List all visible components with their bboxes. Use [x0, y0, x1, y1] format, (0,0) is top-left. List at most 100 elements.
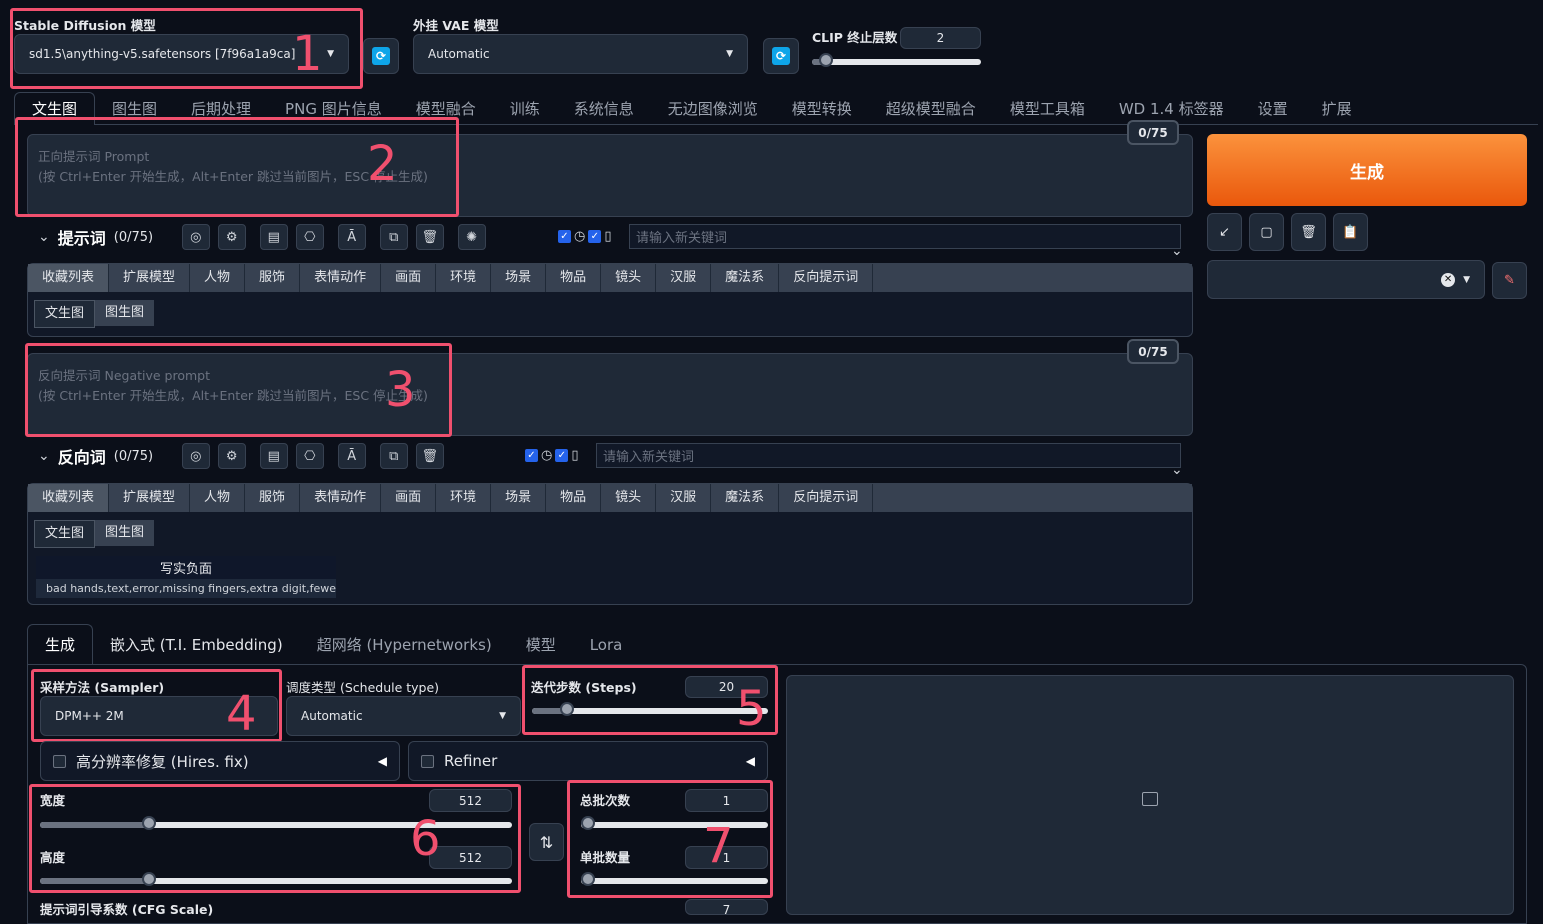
clear-icon[interactable]: ✕: [1441, 272, 1456, 287]
category-negative[interactable]: 反向提示词: [779, 264, 874, 292]
brush-icon[interactable]: ✎: [1492, 262, 1527, 299]
category-scene-picture[interactable]: 画面: [381, 484, 437, 512]
subtab-txt2img[interactable]: 文生图: [34, 300, 96, 328]
tab-hypernetworks[interactable]: 超网络 (Hypernetworks): [300, 629, 509, 661]
category-camera[interactable]: 镜头: [601, 484, 657, 512]
clip-slider[interactable]: [812, 53, 981, 67]
hires-fix-accordion[interactable]: 高分辨率修复 (Hires. fix) ◀: [40, 741, 400, 781]
chevron-down-icon: ▼: [499, 711, 506, 721]
negative-subtabs: 文生图 图生图: [34, 520, 1192, 548]
tab-super-merger[interactable]: 超级模型融合: [869, 93, 993, 125]
tab-embedding[interactable]: 嵌入式 (T.I. Embedding): [93, 629, 300, 661]
arrow-icon[interactable]: ↙: [1207, 213, 1242, 251]
globe-icon[interactable]: ◎: [181, 443, 210, 469]
tab-image-browser[interactable]: 无边图像浏览: [651, 93, 775, 125]
category-favorites[interactable]: 收藏列表: [28, 264, 110, 292]
prompt-subtabs: 文生图 图生图: [34, 300, 1192, 328]
vae-refresh-button[interactable]: ⟳: [763, 38, 799, 74]
refiner-accordion[interactable]: Refiner ◀: [408, 741, 768, 781]
category-camera[interactable]: 镜头: [601, 264, 657, 292]
schedule-dropdown[interactable]: Automatic ▼: [286, 696, 521, 736]
copy-icon[interactable]: ⧉: [379, 443, 408, 469]
bookmark-icon[interactable]: ⎔: [295, 224, 324, 250]
category-scene-picture[interactable]: 画面: [381, 264, 437, 292]
subtab-img2img[interactable]: 图生图: [95, 300, 155, 326]
subtab-img2img[interactable]: 图生图: [95, 520, 155, 546]
generate-tools: ↙ ▢ 🗑 📋: [1207, 213, 1368, 251]
category-clothing[interactable]: 服饰: [245, 264, 301, 292]
refresh-icon: ⟳: [772, 47, 790, 65]
gear-icon[interactable]: ⚙: [217, 224, 246, 250]
category-character[interactable]: 人物: [190, 484, 246, 512]
category-hanfu[interactable]: 汉服: [656, 264, 712, 292]
negative-keyword-input[interactable]: 请输入新关键词: [596, 443, 1181, 468]
translate-icon[interactable]: Ā: [337, 443, 366, 469]
openai-icon[interactable]: ✺: [457, 224, 486, 250]
category-character[interactable]: 人物: [190, 264, 246, 292]
vae-label: 外挂 VAE 模型: [413, 18, 499, 33]
prompt-category-tabs: 收藏列表 扩展模型 人物 服饰 表情动作 画面 环境 场景 物品 镜头 汉服 魔…: [28, 264, 1192, 292]
vae-dropdown[interactable]: Automatic ▼: [413, 34, 748, 74]
generate-button[interactable]: 生成: [1207, 134, 1527, 206]
negative-option-checkbox-2[interactable]: ✓: [555, 449, 569, 462]
category-expression[interactable]: 表情动作: [300, 484, 382, 512]
hires-fix-checkbox[interactable]: [53, 754, 66, 768]
clip-slider-knob[interactable]: [818, 53, 833, 67]
globe-icon[interactable]: ◎: [181, 224, 210, 250]
trash-icon[interactable]: 🗑: [415, 224, 444, 250]
category-setting[interactable]: 场景: [491, 264, 547, 292]
tab-lora[interactable]: Lora: [573, 629, 640, 661]
hires-fix-label: 高分辨率修复 (Hires. fix): [76, 752, 249, 771]
tab-train[interactable]: 训练: [493, 93, 557, 125]
copy-icon[interactable]: ⧉: [379, 224, 408, 250]
swap-dimensions-button[interactable]: ⇅: [529, 823, 564, 861]
negative-category-tabs: 收藏列表 扩展模型 人物 服饰 表情动作 画面 环境 场景 物品 镜头 汉服 魔…: [28, 484, 1192, 512]
category-negative[interactable]: 反向提示词: [779, 484, 874, 512]
negative-option-checkbox-1[interactable]: ✓: [525, 449, 538, 462]
negative-toolbar-count: (0/75): [113, 448, 154, 464]
prompt-keyword-input[interactable]: 请输入新关键词: [629, 224, 1181, 249]
cfg-input[interactable]: 7: [685, 899, 768, 917]
import-icon[interactable]: ▤: [259, 224, 288, 250]
preset-card[interactable]: 写实负面 bad hands,text,error,missing finger…: [36, 556, 336, 598]
trash-icon[interactable]: 🗑: [1291, 213, 1326, 251]
clipboard-icon[interactable]: 📋: [1333, 213, 1368, 251]
prompt-option-checkbox-1[interactable]: ✓: [558, 230, 571, 243]
translate-icon[interactable]: Ā: [337, 224, 366, 250]
expand-icon[interactable]: ⌄: [1171, 243, 1183, 259]
category-environment[interactable]: 环境: [436, 264, 492, 292]
square-icon[interactable]: ▢: [1249, 213, 1284, 251]
tab-model-convert[interactable]: 模型转换: [775, 93, 869, 125]
import-icon[interactable]: ▤: [259, 443, 288, 469]
category-favorites[interactable]: 收藏列表: [28, 484, 110, 512]
category-expression[interactable]: 表情动作: [300, 264, 382, 292]
category-setting[interactable]: 场景: [491, 484, 547, 512]
trash-icon[interactable]: 🗑: [415, 443, 444, 469]
category-items[interactable]: 物品: [546, 484, 602, 512]
category-extensions[interactable]: 扩展模型: [109, 484, 191, 512]
tab-extensions[interactable]: 扩展: [1305, 93, 1369, 125]
prompt-option-checkbox-2[interactable]: ✓: [588, 230, 602, 243]
category-extensions[interactable]: 扩展模型: [109, 264, 191, 292]
category-environment[interactable]: 环境: [436, 484, 492, 512]
tab-generation[interactable]: 生成: [27, 624, 94, 665]
category-items[interactable]: 物品: [546, 264, 602, 292]
gear-icon[interactable]: ⚙: [217, 443, 246, 469]
style-dropdown[interactable]: ✕ ▼: [1207, 260, 1485, 299]
tab-settings[interactable]: 设置: [1241, 93, 1305, 125]
expand-icon[interactable]: ⌄: [1171, 462, 1183, 478]
sd-model-refresh-button[interactable]: ⟳: [363, 38, 399, 74]
category-magic[interactable]: 魔法系: [711, 484, 780, 512]
category-hanfu[interactable]: 汉服: [656, 484, 712, 512]
category-clothing[interactable]: 服饰: [245, 484, 301, 512]
collapse-icon[interactable]: ⌄: [38, 229, 50, 245]
tab-system-info[interactable]: 系统信息: [557, 93, 651, 125]
subtab-txt2img[interactable]: 文生图: [34, 520, 96, 548]
tab-model-toolkit[interactable]: 模型工具箱: [993, 93, 1102, 125]
refiner-checkbox[interactable]: [421, 754, 434, 768]
tab-checkpoints[interactable]: 模型: [509, 629, 573, 661]
collapse-icon[interactable]: ⌄: [38, 448, 50, 464]
bookmark-icon[interactable]: ⎔: [295, 443, 324, 469]
category-magic[interactable]: 魔法系: [711, 264, 780, 292]
clip-input[interactable]: 2: [900, 27, 981, 49]
